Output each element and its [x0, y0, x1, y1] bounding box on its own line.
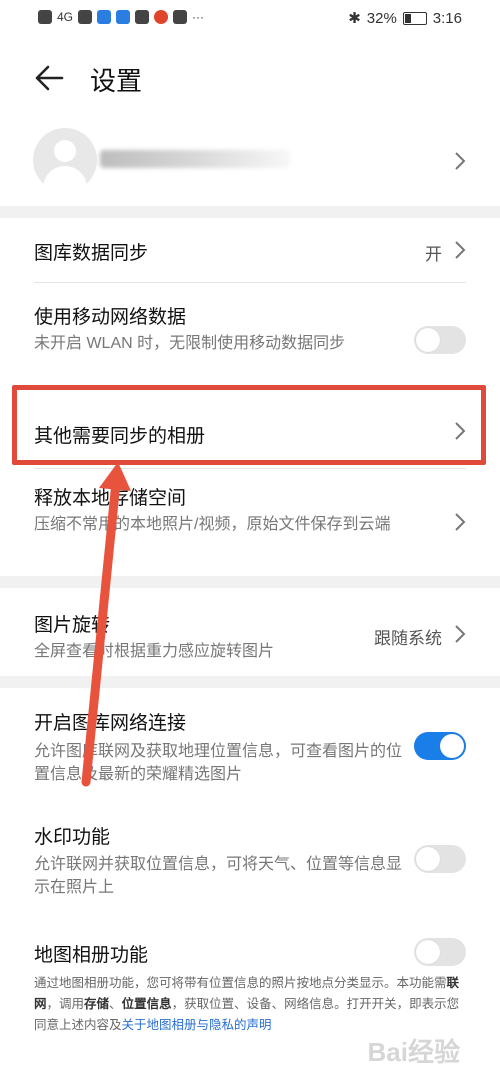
annotation-arrow — [81, 462, 131, 787]
baidu-watermark: Bai经验 — [367, 1037, 460, 1067]
